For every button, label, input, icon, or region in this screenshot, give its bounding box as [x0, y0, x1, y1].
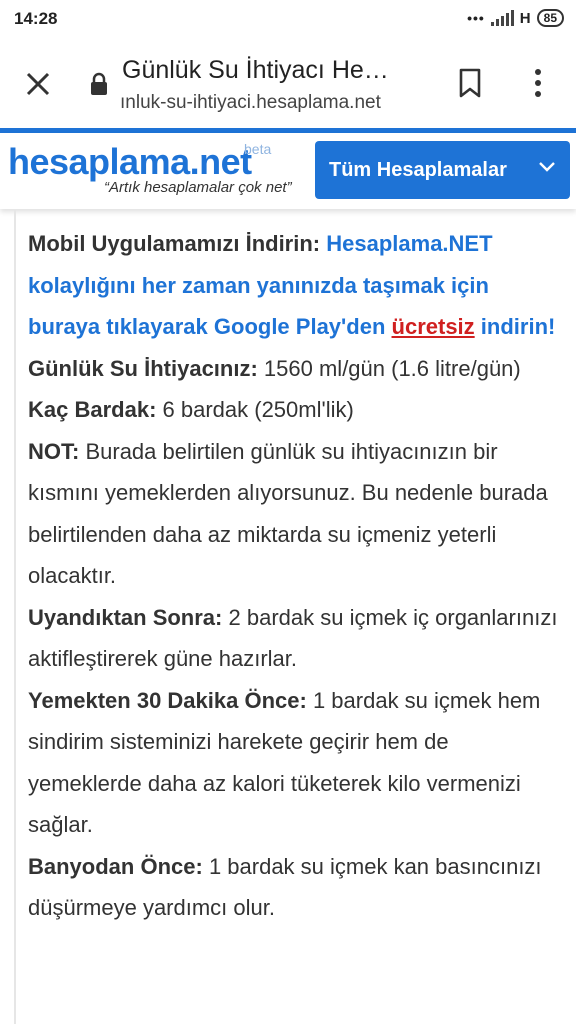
- site-header: hesaplama.net beta “Artık hesaplamalar ç…: [0, 133, 576, 209]
- after-waking-row: Uyandıktan Sonra: 2 bardak su içmek iç o…: [28, 597, 558, 680]
- note-label: NOT:: [28, 438, 80, 464]
- before-meal-label: Yemekten 30 Dakika Önce:: [28, 687, 307, 713]
- before-bath-row: Banyodan Önce: 1 bardak su içmek kan bas…: [28, 846, 558, 929]
- page-url[interactable]: ınluk-su-ihtiyaci.hesaplama.net: [120, 92, 430, 114]
- free-download-link[interactable]: ücretsiz: [392, 314, 475, 339]
- battery-icon: 85: [536, 9, 564, 27]
- water-need-value: 1560 ml/gün (1.6 litre/gün): [263, 355, 521, 381]
- cups-label: Kaç Bardak:: [28, 397, 157, 422]
- cups-row: Kaç Bardak: 6 bardak (250ml'lik): [28, 389, 558, 431]
- lock-icon: [91, 72, 107, 95]
- logo-tagline: “Artık hesaplamalar çok net”: [104, 179, 292, 196]
- all-calculations-button[interactable]: Tüm Hesaplamalar: [315, 141, 570, 199]
- app-promo-tail[interactable]: indirin!: [481, 314, 556, 339]
- before-meal-row: Yemekten 30 Dakika Önce: 1 bardak su içm…: [28, 680, 558, 846]
- chevron-down-icon: [539, 162, 555, 172]
- status-bar: 14:28 ••• H 85: [0, 0, 576, 38]
- water-need-row: Günlük Su İhtiyacınız: 1560 ml/gün (1.6 …: [28, 348, 558, 390]
- cups-value: 6 bardak (250ml'lik): [162, 397, 354, 422]
- browser-toolbar: Günlük Su İhtiyacı He… ınluk-su-ihtiyaci…: [0, 38, 576, 128]
- water-need-label: Günlük Su İhtiyacınız:: [28, 355, 258, 381]
- page-title[interactable]: Günlük Su İhtiyacı He…: [122, 56, 432, 85]
- site-logo[interactable]: hesaplama.net: [8, 141, 252, 183]
- signal-icon: [490, 10, 514, 26]
- status-icons: ••• H 85: [467, 9, 564, 27]
- bookmark-icon[interactable]: [458, 68, 482, 98]
- result-content: Mobil Uygulamamızı İndirin: Hesaplama.NE…: [14, 209, 576, 1024]
- logo-beta: beta: [244, 141, 272, 157]
- note-row: NOT: Burada belirtilen günlük su ihtiyac…: [28, 431, 558, 597]
- more-notifications-icon: •••: [467, 10, 485, 26]
- app-promo: Mobil Uygulamamızı İndirin: Hesaplama.NE…: [28, 223, 558, 348]
- status-time: 14:28: [14, 9, 58, 28]
- more-options-icon[interactable]: [532, 68, 544, 98]
- before-bath-label: Banyodan Önce:: [28, 853, 203, 879]
- all-calculations-label: Tüm Hesaplamalar: [329, 158, 507, 181]
- after-waking-label: Uyandıktan Sonra:: [28, 604, 223, 630]
- close-icon[interactable]: [24, 70, 52, 98]
- app-promo-label: Mobil Uygulamamızı İndirin:: [28, 231, 321, 256]
- network-type: H: [519, 9, 531, 27]
- note-value: Burada belirtilen günlük su ihtiyacınızı…: [28, 438, 548, 589]
